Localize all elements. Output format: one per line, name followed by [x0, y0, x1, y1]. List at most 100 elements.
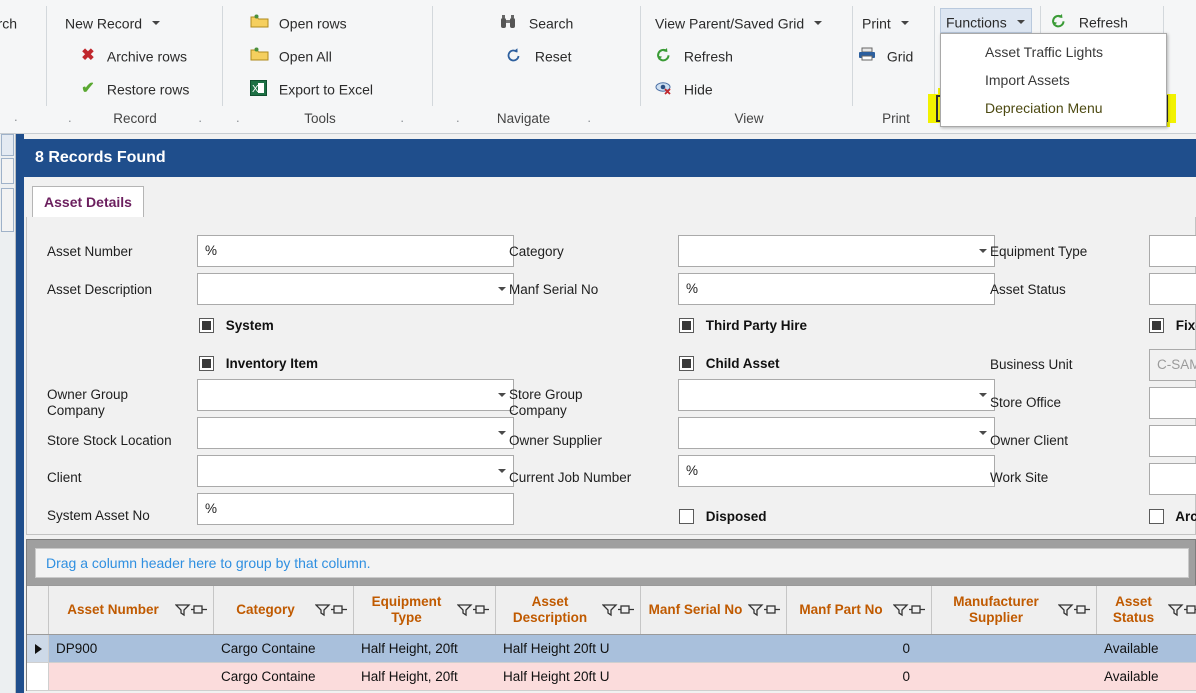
checkbox-archived[interactable] [1149, 509, 1164, 524]
checkbox-fixed[interactable] [1149, 318, 1164, 333]
input-business-unit[interactable]: C-SAM [1149, 349, 1196, 381]
checkbox-disposed[interactable] [679, 509, 694, 524]
filter-and-pin-icons[interactable] [748, 603, 781, 617]
input-asset-description[interactable] [197, 273, 514, 305]
table-row[interactable]: Cargo Containe Half Height, 20ft Half He… [27, 663, 1196, 691]
checkbox-row-child-asset[interactable]: Child Asset [679, 355, 780, 373]
checkbox-row-third-party-hire[interactable]: Third Party Hire [679, 317, 807, 335]
input-category[interactable] [678, 235, 995, 267]
input-asset-status[interactable] [1149, 273, 1196, 305]
input-store-office[interactable] [1149, 387, 1196, 419]
checkbox-row-disposed[interactable]: Disposed [679, 508, 767, 526]
label-manf-serial-no: Manf Serial No [509, 282, 598, 298]
filter-and-pin-icons[interactable] [457, 603, 490, 617]
rail-chip-icon[interactable] [1, 158, 14, 184]
rail-chip-panel[interactable] [1, 188, 14, 232]
checkbox-third-party-hire[interactable] [679, 318, 694, 333]
ribbon-item-refresh-view[interactable]: Refresh [655, 42, 733, 68]
checkbox-row-archived[interactable]: Archi [1149, 508, 1196, 526]
ribbon-item-export-to-excel[interactable]: X Export to Excel [250, 75, 373, 101]
input-owner-client[interactable] [1149, 425, 1196, 457]
ribbon-dot-marker: . [456, 110, 460, 125]
ribbon-separator [222, 6, 223, 106]
menu-item-import-assets[interactable]: Import Assets [941, 66, 1166, 94]
label-work-site: Work Site [990, 470, 1048, 486]
chevron-down-icon[interactable] [498, 469, 506, 473]
input-work-site[interactable] [1149, 463, 1196, 495]
binoculars-icon [500, 14, 520, 32]
chevron-down-icon[interactable] [498, 393, 506, 397]
checkbox-inventory-item[interactable] [199, 356, 214, 371]
column-header-category[interactable]: Category [214, 586, 354, 634]
functions-menu-button[interactable]: Functions [940, 8, 1032, 33]
column-header-manufacturer-supplier[interactable]: Manufacturer Supplier [932, 586, 1097, 634]
input-manf-serial-no[interactable]: % [678, 273, 995, 305]
ribbon-item-refresh-top[interactable]: Refresh [1050, 8, 1128, 34]
ribbon-item-search[interactable]: Search [500, 9, 573, 35]
rail-chip-tab[interactable] [1, 134, 14, 156]
checkbox-row-fixed[interactable]: Fixed [1149, 317, 1196, 335]
input-asset-number[interactable]: % [197, 235, 514, 267]
row-indicator [27, 635, 49, 662]
cell-manf-serial-no [641, 663, 787, 690]
table-row[interactable]: DP900 Cargo Containe Half Height, 20ft H… [27, 635, 1196, 663]
checkbox-system[interactable] [199, 318, 214, 333]
ribbon-item-view-parent-saved-grid[interactable]: View Parent/Saved Grid [655, 9, 822, 35]
menu-item-asset-traffic-lights[interactable]: Asset Traffic Lights [941, 38, 1166, 66]
ribbon-item-hide[interactable]: Hide [655, 75, 713, 101]
ribbon-item-new-record[interactable]: New Record [65, 9, 160, 35]
ribbon-group-tools: Open rows Open All X Export to Excel Too… [232, 0, 408, 134]
asset-details-form: Asset Number Asset Description Owner Gro… [26, 217, 1196, 535]
filter-and-pin-icons[interactable] [175, 603, 208, 617]
svg-text:X: X [252, 84, 259, 95]
ribbon-item-restore-rows[interactable]: ✔ Restore rows [78, 75, 189, 101]
filter-and-pin-icons[interactable] [1168, 603, 1196, 617]
ribbon-item-reset[interactable]: Reset [506, 42, 571, 68]
column-header-asset-status[interactable]: Asset Status [1097, 586, 1196, 634]
label-owner-client: Owner Client [990, 433, 1068, 449]
filter-and-pin-icons[interactable] [602, 603, 635, 617]
input-owner-supplier[interactable] [678, 417, 995, 449]
chevron-down-icon[interactable] [979, 431, 987, 435]
input-store-stock-location[interactable] [197, 417, 514, 449]
cell-asset-description: Half Height 20ft U [496, 663, 641, 690]
checkbox-child-asset[interactable] [679, 356, 694, 371]
menu-item-depreciation-menu[interactable]: Depreciation Menu [941, 94, 1166, 122]
input-equipment-type[interactable] [1149, 235, 1196, 267]
group-by-drop-area[interactable]: Drag a column header here to group by th… [35, 548, 1189, 578]
checkbox-row-system[interactable]: System [199, 317, 274, 335]
input-store-group-company[interactable] [678, 379, 995, 411]
label-asset-status: Asset Status [990, 282, 1066, 298]
input-current-job-number[interactable]: % [678, 455, 995, 487]
filter-and-pin-icons[interactable] [893, 603, 926, 617]
label-asset-description: Asset Description [47, 282, 152, 298]
chevron-down-icon[interactable] [498, 431, 506, 435]
ribbon-item-grid[interactable]: Grid [858, 42, 913, 68]
chevron-down-icon[interactable] [498, 287, 506, 291]
ribbon-group-label-navigate: Navigate [442, 111, 605, 126]
left-sidebar-rail[interactable] [0, 134, 16, 693]
input-owner-group-company[interactable] [197, 379, 514, 411]
column-header-manf-part-no[interactable]: Manf Part No [787, 586, 932, 634]
ribbon-item-search-partial[interactable]: earch [0, 9, 17, 35]
filter-and-pin-icons[interactable] [315, 603, 348, 617]
ribbon-item-open-all[interactable]: Open All [250, 42, 332, 68]
ribbon-separator [640, 6, 641, 106]
chevron-down-icon[interactable] [979, 249, 987, 253]
input-client[interactable] [197, 455, 514, 487]
ribbon-item-print[interactable]: Print [862, 9, 909, 35]
label-store-office: Store Office [990, 395, 1061, 411]
column-header-asset-description[interactable]: Asset Description [496, 586, 641, 634]
tab-asset-details[interactable]: Asset Details [32, 186, 144, 218]
column-header-asset-number[interactable]: Asset Number [49, 586, 214, 634]
label-store-group-company: Store Group Company [509, 387, 609, 419]
label-owner-supplier: Owner Supplier [509, 433, 602, 449]
ribbon-item-open-rows[interactable]: Open rows [250, 9, 347, 35]
input-system-asset-no[interactable]: % [197, 493, 514, 525]
column-header-equipment-type[interactable]: Equipment Type [354, 586, 496, 634]
ribbon-item-archive-rows[interactable]: ✖ Archive rows [78, 42, 187, 68]
chevron-down-icon[interactable] [979, 393, 987, 397]
filter-and-pin-icons[interactable] [1058, 603, 1091, 617]
checkbox-row-inventory-item[interactable]: Inventory Item [199, 355, 318, 373]
column-header-manf-serial-no[interactable]: Manf Serial No [641, 586, 787, 634]
